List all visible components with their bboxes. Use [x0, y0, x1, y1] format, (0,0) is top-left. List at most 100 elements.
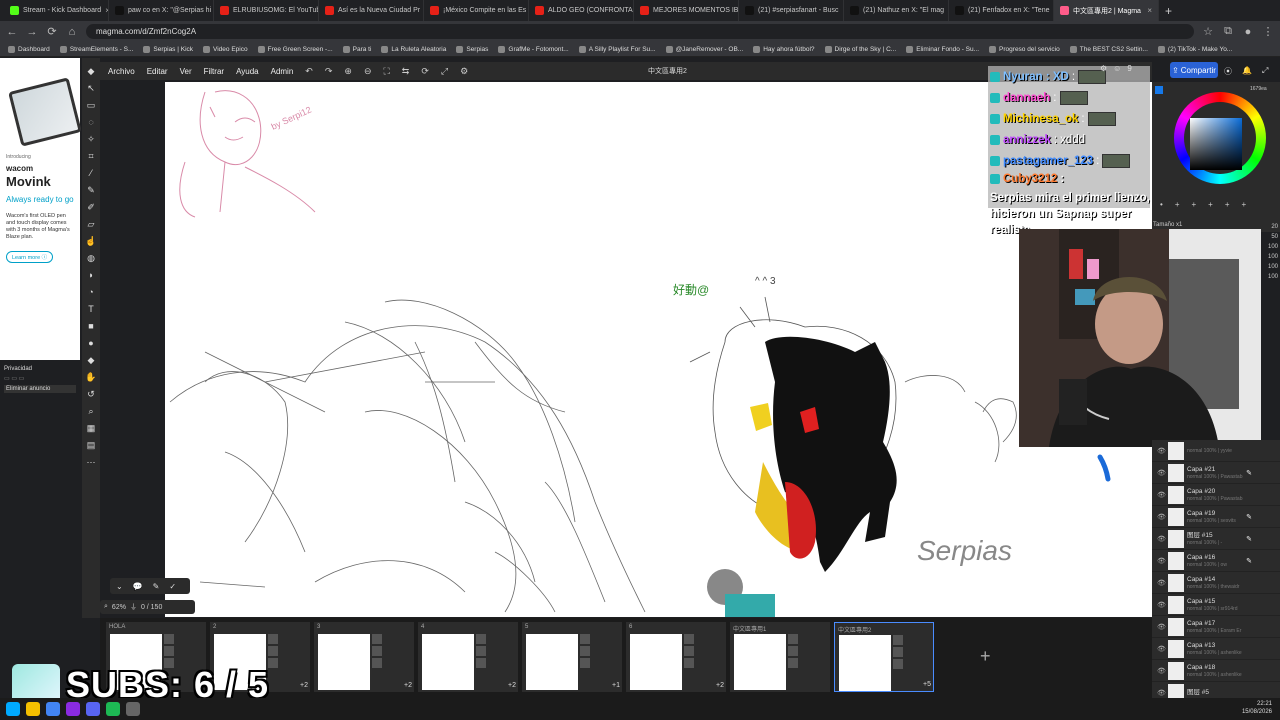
- size-preset-1[interactable]: •: [1160, 200, 1163, 209]
- notifications-icon[interactable]: 🔔: [1242, 66, 1252, 77]
- bookmark-item[interactable]: La Ruleta Aleatoria: [377, 45, 450, 53]
- layer-row[interactable]: 👁 Capa #17 normal 100% | Esram Er: [1152, 616, 1280, 638]
- pencil-icon[interactable]: ✎: [84, 183, 98, 198]
- menu-filtrar[interactable]: Filtrar: [204, 67, 224, 76]
- lasso-icon[interactable]: ◌: [84, 115, 98, 130]
- square-icon[interactable]: ■: [84, 319, 98, 334]
- more-tools-icon[interactable]: ⋯: [84, 455, 98, 470]
- bookmark-item[interactable]: Serpias: [452, 45, 492, 53]
- close-tab-icon[interactable]: ×: [1147, 6, 1152, 15]
- layer-row[interactable]: 👁 Capa #16 normal 100% | ow ✎: [1152, 550, 1280, 572]
- size-preset-4[interactable]: +: [1208, 200, 1213, 209]
- saturation-square[interactable]: [1190, 118, 1242, 170]
- bookmark-item[interactable]: Eliminar Fondo - Su...: [902, 45, 983, 53]
- hand-icon[interactable]: ✋: [84, 370, 98, 385]
- menu-editar[interactable]: Editar: [147, 67, 168, 76]
- app-icon[interactable]: [126, 702, 140, 716]
- size-preset-3[interactable]: +: [1191, 200, 1196, 209]
- fullscreen-icon[interactable]: ⤢: [1262, 66, 1268, 77]
- home-icon[interactable]: ⌂: [66, 26, 78, 38]
- bookmark-item[interactable]: Serpias | Kick: [139, 45, 197, 53]
- eye-icon[interactable]: 👁: [1157, 535, 1166, 543]
- layer-row[interactable]: 👁 图层 #5: [1152, 682, 1280, 698]
- forward-icon[interactable]: →: [26, 26, 38, 38]
- text-icon[interactable]: T: [84, 302, 98, 317]
- layer-row[interactable]: 👁 Capa #13 normal 100% | ashenlike: [1152, 638, 1280, 660]
- chevron-down-icon[interactable]: ⌄: [116, 582, 123, 591]
- browser-tab[interactable]: MEJORES MOMENTOS IBA×: [634, 0, 739, 21]
- eraser-icon[interactable]: ▱: [84, 217, 98, 232]
- bucket-icon[interactable]: ◗: [84, 268, 98, 283]
- share-button[interactable]: ⇪ Compartir: [1170, 62, 1218, 78]
- undo-icon[interactable]: ↶: [305, 66, 313, 77]
- bookmark-item[interactable]: Progreso del servicio: [985, 45, 1064, 53]
- bookmark-item[interactable]: Video Epico: [199, 45, 252, 53]
- magic-wand-icon[interactable]: ✧: [84, 132, 98, 147]
- redo-icon[interactable]: ↷: [325, 66, 333, 77]
- menu-archivo[interactable]: Archivo: [108, 67, 135, 76]
- rotate-icon[interactable]: ↺: [84, 387, 98, 402]
- expand-icon[interactable]: ⤢: [441, 66, 448, 77]
- layer-row[interactable]: 👁 Capa #15 normal 100% | sr914rd: [1152, 594, 1280, 616]
- start-icon[interactable]: [6, 702, 20, 716]
- remove-ad-button[interactable]: Eliminar anuncio: [4, 385, 76, 393]
- eye-icon[interactable]: 👁: [1157, 557, 1166, 565]
- menu-ayuda[interactable]: Ayuda: [236, 67, 259, 76]
- bookmark-item[interactable]: A Silly Playlist For Su...: [575, 45, 660, 53]
- browser-tab[interactable]: 中文區專用2 | Magma ×: [1054, 0, 1159, 21]
- layer-row[interactable]: 👁 图层 #15 normal 100% | - ✎: [1152, 528, 1280, 550]
- page-thumbnail[interactable]: 中文區專用1: [730, 622, 830, 692]
- browser-tab[interactable]: ALDO GEO (CONFRONTA×: [529, 0, 634, 21]
- url-field[interactable]: magma.com/d/Zmf2nCog2A: [86, 24, 1194, 39]
- explorer-icon[interactable]: [26, 702, 40, 716]
- bookmark-item[interactable]: GrafMe - Fotomont...: [494, 45, 572, 53]
- bookmark-item[interactable]: Dirge of the Sky | C...: [821, 45, 901, 53]
- browser-menu-icon[interactable]: ⋮: [1262, 25, 1274, 38]
- blur-icon[interactable]: ◍: [84, 251, 98, 266]
- back-icon[interactable]: ←: [6, 26, 18, 38]
- browser-tab[interactable]: ELRUBIUSOMG: El YouTub×: [214, 0, 319, 21]
- settings-icon[interactable]: ⚙: [1100, 64, 1107, 73]
- fit-icon[interactable]: ⛶: [383, 66, 389, 77]
- bookmark-item[interactable]: Hay ahora fútbol?: [749, 45, 818, 53]
- eye-icon[interactable]: 👁: [1157, 469, 1166, 477]
- flip-icon[interactable]: ⇆: [402, 66, 410, 77]
- chrome-icon[interactable]: [46, 702, 60, 716]
- zoom-level[interactable]: 62%: [112, 604, 126, 611]
- shape-icon[interactable]: ◔: [84, 285, 98, 300]
- eye-icon[interactable]: 👁: [1157, 645, 1166, 653]
- page-thumbnail[interactable]: 中文區專用2 +5: [834, 622, 934, 692]
- eye-icon[interactable]: 👁: [1157, 491, 1166, 499]
- wacom-ad[interactable]: Introducing wacom Movink Always ready to…: [0, 58, 82, 360]
- browser-tab[interactable]: (21) Nathuz en X: "El mag×: [844, 0, 949, 21]
- check-icon[interactable]: ✓: [169, 582, 176, 591]
- star-icon[interactable]: ☆: [1202, 25, 1214, 38]
- move-icon[interactable]: ↖: [84, 81, 98, 96]
- browser-tab[interactable]: (21) #serpiasfanart - Busc×: [739, 0, 844, 21]
- eye-icon[interactable]: 👁: [1157, 513, 1166, 521]
- eyedropper-icon[interactable]: ⁄: [84, 166, 98, 181]
- menu-ver[interactable]: Ver: [180, 67, 192, 76]
- bookmark-item[interactable]: @JaneRemover - OB...: [662, 45, 748, 53]
- zoom-icon[interactable]: ⌕: [104, 603, 108, 611]
- eye-icon[interactable]: 👁: [1157, 447, 1166, 455]
- privacy-icons[interactable]: ▭ ▭ ▭: [4, 375, 76, 382]
- layer-row[interactable]: 👁 Capa #20 normal 100% | Pawastab: [1152, 484, 1280, 506]
- brush-indicator-icon[interactable]: ✎: [153, 582, 160, 591]
- filmstrip-icon[interactable]: ▤: [84, 438, 98, 453]
- reload-icon[interactable]: ⟳: [46, 25, 58, 38]
- rect-select-icon[interactable]: ▭: [84, 98, 98, 113]
- brush-size-presets[interactable]: • + + + + +: [1160, 200, 1246, 209]
- bookmark-item[interactable]: StreamElements - S...: [56, 45, 138, 53]
- chat-icon[interactable]: 💬: [133, 582, 143, 591]
- fill-icon[interactable]: ◆: [84, 353, 98, 368]
- browser-tab[interactable]: paw co en X: "@Serpias hi×: [109, 0, 214, 21]
- layer-row[interactable]: 👁 Capa #19 normal 100% | sesvits ✎: [1152, 506, 1280, 528]
- users-icon[interactable]: ☺: [1113, 64, 1121, 73]
- browser-tab[interactable]: Así es la Nueva Ciudad Pr×: [319, 0, 424, 21]
- eye-icon[interactable]: 👁: [1157, 623, 1166, 631]
- broadcast-icon[interactable]: ⦿: [1224, 66, 1232, 77]
- grid-icon[interactable]: ▦: [84, 421, 98, 436]
- layer-row[interactable]: 👁 Capa #18 normal 100% | ashenlike: [1152, 660, 1280, 682]
- bookmark-item[interactable]: The BEST CS2 Settin...: [1066, 45, 1152, 53]
